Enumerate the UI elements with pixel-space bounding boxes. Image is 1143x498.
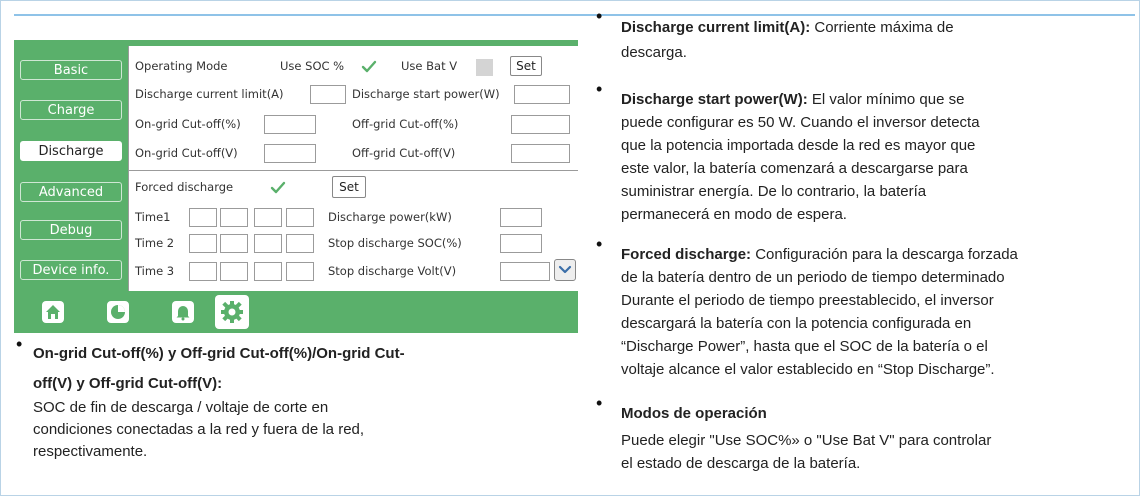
forced-bullet-line-1: Forced discharge: Configuración para la …: [621, 244, 1018, 266]
section-divider: [128, 170, 578, 171]
discharge-start-bullet-line-4: este valor, la batería comenzará a desca…: [621, 160, 968, 177]
time3-label: Time 3: [135, 264, 175, 278]
stop-discharge-volt-label: Stop discharge Volt(V): [328, 264, 457, 278]
footer-nav: [14, 291, 578, 333]
discharge-start-bullet-line-2: puede configurar es 50 W. Cuando el inve…: [621, 114, 980, 131]
time1-end-hour[interactable]: [254, 208, 282, 227]
discharge-start-bullet-line-1: Discharge start power(W): El valor mínim…: [621, 89, 964, 111]
home-icon: [42, 301, 64, 323]
sidebar-item-discharge[interactable]: Discharge: [20, 141, 122, 161]
time2-start-minute[interactable]: [220, 234, 248, 253]
discharge-current-bullet-text: Corriente máxima de: [810, 19, 954, 36]
forced-discharge-checkbox[interactable]: [270, 180, 286, 196]
time2-label: Time 2: [135, 236, 175, 250]
sidebar-item-debug[interactable]: Debug: [20, 220, 122, 240]
time3-start-hour[interactable]: [189, 262, 217, 281]
modes-bullet-title: Modos de operación: [621, 405, 767, 422]
bullet-dot: •: [16, 334, 23, 354]
time1-start-hour[interactable]: [189, 208, 217, 227]
discharge-start-power-label: Discharge start power(W): [352, 87, 500, 101]
stop-discharge-volt-input[interactable]: [500, 262, 550, 281]
time3-end-hour[interactable]: [254, 262, 282, 281]
off-grid-cutoff-pct-input[interactable]: [511, 115, 570, 134]
forced-bullet-line-2: de la batería dentro de un periodo de ti…: [621, 269, 1005, 286]
sidebar: Basic Charge Discharge Advanced Debug De…: [14, 46, 128, 291]
forced-bullet-line-6: voltaje alcance el valor establecido en …: [621, 361, 995, 378]
time3-start-minute[interactable]: [220, 262, 248, 281]
sidebar-item-device-info[interactable]: Device info.: [20, 260, 122, 280]
on-grid-cutoff-pct-label: On-grid Cut-off(%): [135, 117, 241, 131]
use-soc-checkbox[interactable]: [361, 59, 377, 75]
modes-bullet-line-2: el estado de descarga de la batería.: [621, 455, 861, 472]
sidebar-item-basic[interactable]: Basic: [20, 60, 122, 80]
discharge-current-limit-label: Discharge current limit(A): [135, 87, 284, 101]
discharge-start-bullet-line-3: que la potencia importada desde la red e…: [621, 137, 976, 154]
top-rule: [14, 14, 1135, 16]
pie-chart-icon: [107, 301, 129, 323]
time3-end-minute[interactable]: [286, 262, 314, 281]
discharge-power-label: Discharge power(kW): [328, 210, 452, 224]
inverter-screen: Basic Charge Discharge Advanced Debug De…: [14, 40, 578, 333]
forced-discharge-set-button[interactable]: Set: [332, 176, 366, 198]
discharge-start-bullet-line-5: suministrar energía. De lo contrario, la…: [621, 183, 927, 200]
bullet-dot: •: [596, 234, 603, 254]
operating-mode-set-button[interactable]: Set: [510, 56, 542, 76]
discharge-current-bullet-line-2: descarga.: [621, 44, 687, 61]
settings-tab[interactable]: [215, 295, 249, 329]
discharge-power-input[interactable]: [500, 208, 542, 227]
stop-discharge-soc-label: Stop discharge SOC(%): [328, 236, 462, 250]
cutoff-bullet-title-1: On-grid Cut-off(%) y Off-grid Cut-off(%)…: [33, 345, 405, 362]
scroll-down-button[interactable]: [554, 259, 576, 281]
chevron-down-icon: [558, 265, 572, 274]
statistics-tab[interactable]: [103, 297, 133, 327]
bullet-dot: •: [596, 79, 603, 99]
gear-icon: [221, 301, 243, 323]
forced-bullet-line-5: “Discharge Power”, hasta que el SOC de l…: [621, 338, 988, 355]
cutoff-bullet-body-1: SOC de fin de descarga / voltaje de cort…: [33, 399, 329, 416]
use-bat-v-label: Use Bat V: [401, 59, 458, 73]
off-grid-cutoff-pct-label: Off-grid Cut-off(%): [352, 117, 459, 131]
forced-discharge-label: Forced discharge: [135, 180, 234, 194]
on-grid-cutoff-v-label: On-grid Cut-off(V): [135, 146, 238, 160]
discharge-start-power-input[interactable]: [514, 85, 570, 104]
discharge-start-bullet-title: Discharge start power(W):: [621, 91, 808, 108]
cutoff-bullet-title-2: off(V) y Off-grid Cut-off(V):: [33, 375, 223, 392]
operating-mode-label: Operating Mode: [135, 59, 228, 73]
time1-label: Time1: [135, 210, 171, 224]
alarm-tab[interactable]: [168, 297, 198, 327]
discharge-current-bullet-line-1: Discharge current limit(A): Corriente má…: [621, 17, 954, 39]
cutoff-bullet-body-3: respectivamente.: [33, 443, 148, 460]
bullet-dot: •: [596, 6, 603, 26]
bell-icon: [172, 301, 194, 323]
time1-end-minute[interactable]: [286, 208, 314, 227]
on-grid-cutoff-pct-input[interactable]: [264, 115, 316, 134]
stop-discharge-soc-input[interactable]: [500, 234, 542, 253]
forced-bullet-line-4: descargará la batería con la potencia co…: [621, 315, 972, 332]
discharge-start-bullet-text: El valor mínimo que se: [807, 91, 965, 108]
discharge-start-bullet-line-6: permanecerá en modo de espera.: [621, 206, 847, 223]
home-tab[interactable]: [38, 297, 68, 327]
on-grid-cutoff-v-input[interactable]: [264, 144, 316, 163]
forced-bullet-title: Forced discharge:: [621, 246, 752, 263]
cutoff-bullet-body-2: condiciones conectadas a la red y fuera …: [33, 421, 365, 438]
use-bat-v-checkbox[interactable]: [476, 59, 493, 76]
settings-panel: [128, 46, 578, 291]
off-grid-cutoff-v-input[interactable]: [511, 144, 570, 163]
forced-bullet-line-3: Durante el periodo de tiempo preestablec…: [621, 292, 994, 309]
time2-start-hour[interactable]: [189, 234, 217, 253]
sidebar-item-charge[interactable]: Charge: [20, 100, 122, 120]
forced-bullet-text: Configuración para la descarga forzada: [751, 246, 1018, 263]
modes-bullet-line-1: Puede elegir "Use SOC%» o "Use Bat V" pa…: [621, 432, 992, 449]
use-soc-label: Use SOC %: [280, 59, 345, 73]
time1-start-minute[interactable]: [220, 208, 248, 227]
off-grid-cutoff-v-label: Off-grid Cut-off(V): [352, 146, 456, 160]
sidebar-item-advanced[interactable]: Advanced: [20, 182, 122, 202]
discharge-current-bullet-title: Discharge current limit(A):: [621, 19, 811, 36]
discharge-current-limit-input[interactable]: [310, 85, 346, 104]
time2-end-hour[interactable]: [254, 234, 282, 253]
bullet-dot: •: [596, 393, 603, 413]
time2-end-minute[interactable]: [286, 234, 314, 253]
